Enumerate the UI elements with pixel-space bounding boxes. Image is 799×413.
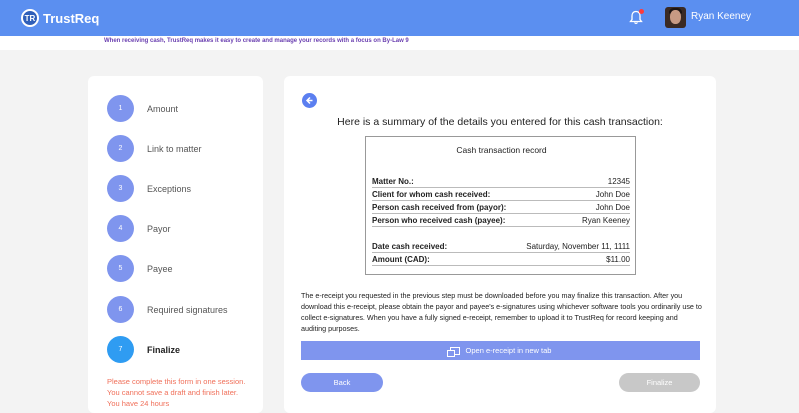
step-label: Link to matter	[147, 143, 202, 154]
step-payee[interactable]: 5 Payee	[107, 255, 173, 282]
record-value: John Doe	[595, 203, 630, 212]
step-label: Amount	[147, 103, 179, 114]
record-row-amount: Amount (CAD): $11.00	[372, 255, 630, 266]
record-value: Saturday, November 11, 1111	[526, 242, 630, 251]
record-row-payor: Person cash received from (payor): John …	[372, 203, 630, 214]
open-receipt-button[interactable]: Open e-receipt in new tab	[301, 341, 700, 360]
record-key: Person cash received from (payor):	[372, 203, 507, 212]
step-payor[interactable]: 4 Payor	[107, 215, 171, 242]
step-number: 3	[107, 175, 134, 202]
avatar[interactable]	[665, 7, 686, 28]
step-number: 6	[107, 296, 134, 323]
open-receipt-label: Open e-receipt in new tab	[465, 346, 552, 355]
record-key: Person who received cash (payee):	[372, 216, 506, 225]
record-row-payee: Person who received cash (payee): Ryan K…	[372, 216, 630, 227]
summary-panel: Here is a summary of the details you ent…	[284, 76, 716, 413]
step-label: Payee	[147, 263, 173, 274]
user-name[interactable]: Ryan Keeney	[691, 11, 751, 22]
logo-text: TrustReq	[43, 10, 100, 26]
top-bar: TR TrustReq Ryan Keeney	[0, 0, 799, 36]
logo-mark-icon: TR	[21, 9, 39, 27]
instructions-text: The e-receipt you requested in the previ…	[301, 291, 702, 333]
record-key: Client for whom cash received:	[372, 190, 491, 199]
record-row-matter: Matter No.: 12345	[372, 177, 630, 188]
step-number: 2	[107, 135, 134, 162]
step-label: Required signatures	[147, 304, 228, 315]
record-key: Matter No.:	[372, 177, 414, 186]
back-button[interactable]: Back	[301, 373, 383, 392]
record-value: 12345	[607, 177, 630, 186]
record-row-date: Date cash received: Saturday, November 1…	[372, 242, 630, 253]
step-number: 7	[107, 336, 134, 363]
open-new-tab-icon	[446, 346, 460, 357]
notice-text: When receiving cash, TrustReq makes it e…	[104, 38, 409, 44]
step-finalize[interactable]: 7 Finalize	[107, 336, 180, 363]
logo[interactable]: TR TrustReq	[21, 9, 99, 27]
record-title: Cash transaction record	[456, 145, 547, 155]
step-label: Finalize	[147, 344, 181, 355]
summary-title: Here is a summary of the details you ent…	[337, 116, 663, 128]
step-required-signatures[interactable]: 6 Required signatures	[107, 296, 228, 323]
step-label: Payor	[147, 223, 171, 234]
back-arrow-icon[interactable]	[302, 93, 317, 108]
record-value: John Doe	[595, 190, 630, 199]
step-number: 4	[107, 215, 134, 242]
record-value: Ryan Keeney	[581, 216, 630, 225]
session-warning: Please complete this form in one session…	[107, 377, 246, 408]
record-key: Amount (CAD):	[372, 255, 430, 264]
step-number: 1	[107, 95, 134, 122]
step-label: Exceptions	[147, 183, 192, 194]
steps-panel: 1 Amount 2 Link to matter 3 Exceptions 4…	[88, 76, 263, 413]
record-value: $11.00	[606, 255, 630, 264]
record-row-client: Client for whom cash received: John Doe	[372, 190, 630, 201]
notification-dot	[639, 9, 644, 14]
step-link-to-matter[interactable]: 2 Link to matter	[107, 135, 202, 162]
notice-bar: When receiving cash, TrustReq makes it e…	[0, 36, 799, 50]
record-key: Date cash received:	[372, 242, 448, 251]
finalize-button[interactable]: Finalize	[619, 373, 700, 392]
step-exceptions[interactable]: 3 Exceptions	[107, 175, 191, 202]
step-amount[interactable]: 1 Amount	[107, 95, 178, 122]
step-number: 5	[107, 255, 134, 282]
cash-transaction-record: Cash transaction record Matter No.: 1234…	[365, 136, 636, 275]
